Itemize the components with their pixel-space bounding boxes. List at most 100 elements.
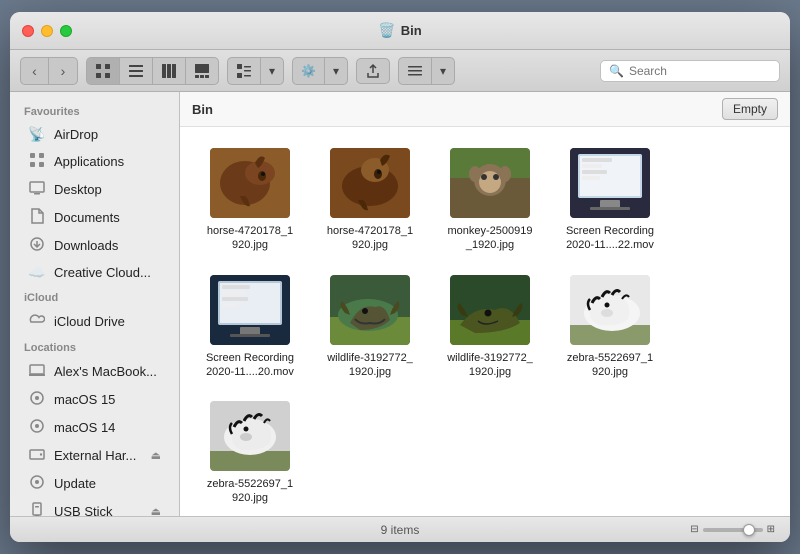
- sidebar-item-creative-cloud[interactable]: ☁️ Creative Cloud...: [14, 260, 175, 285]
- file-thumbnail-horse2: [330, 148, 410, 218]
- bin-title-icon: 🗑️: [378, 22, 395, 39]
- macos15-icon: [28, 390, 46, 409]
- file-name-horse2: horse-4720178_1920.jpg: [327, 224, 413, 253]
- column-view-button[interactable]: [153, 58, 186, 84]
- file-name-screen2: Screen Recording2020-11....20.mov: [206, 351, 294, 380]
- breadcrumb: Bin: [192, 102, 213, 117]
- sidebar-item-macos-14[interactable]: macOS 14: [14, 414, 175, 441]
- back-forward-group: ‹ ›: [20, 57, 78, 85]
- file-item-wildlife2[interactable]: wildlife-3192772_1920.jpg: [435, 269, 545, 386]
- sidebar-item-label: Downloads: [54, 238, 118, 253]
- sidebar-item-label: USB Stick: [54, 504, 113, 516]
- airdrop-icon: 📡: [28, 126, 46, 143]
- share-button[interactable]: [356, 58, 390, 84]
- action-dropdown-button[interactable]: ▾: [325, 58, 347, 84]
- search-icon: 🔍: [609, 64, 624, 78]
- back-button[interactable]: ‹: [21, 58, 49, 84]
- alexs-macbook-icon: [28, 362, 46, 381]
- sidebar-item-label: Update: [54, 476, 96, 491]
- desktop-icon: [28, 180, 46, 199]
- search-input[interactable]: [629, 64, 771, 78]
- sidebar-item-downloads[interactable]: Downloads: [14, 232, 175, 259]
- file-item-screen2[interactable]: Screen Recording2020-11....20.mov: [195, 269, 305, 386]
- file-name-zebra2: zebra-5522697_1920.jpg: [207, 477, 293, 506]
- sidebar-item-update[interactable]: Update: [14, 470, 175, 497]
- sidebar-item-label: AirDrop: [54, 127, 98, 142]
- documents-icon: [28, 208, 46, 227]
- external-har-icon: [28, 446, 46, 465]
- sidebar-item-documents[interactable]: Documents: [14, 204, 175, 231]
- thumb-inner: [330, 148, 410, 218]
- sidebar-item-applications[interactable]: Applications: [14, 148, 175, 175]
- file-item-wildlife1[interactable]: wildlife-3192772_1920.jpg: [315, 269, 425, 386]
- slider-track[interactable]: [703, 528, 763, 532]
- sidebar-item-usb-stick[interactable]: USB Stick ⏏: [14, 498, 175, 516]
- file-item-monkey[interactable]: monkey-2500919_1920.jpg: [435, 142, 545, 259]
- file-thumbnail-wildlife2: [450, 275, 530, 345]
- file-name-horse1: horse-4720178_1920.jpg: [207, 224, 293, 253]
- file-item-zebra2[interactable]: zebra-5522697_1920.jpg: [195, 395, 305, 512]
- maximize-button[interactable]: [60, 25, 72, 37]
- empty-button[interactable]: Empty: [722, 98, 778, 120]
- content-area: Bin Empty: [180, 92, 790, 516]
- minimize-button[interactable]: [41, 25, 53, 37]
- locations-label: Locations: [10, 336, 179, 357]
- icloud-drive-icon: [28, 312, 46, 331]
- sidebar-item-label: Alex's MacBook...: [54, 364, 157, 379]
- sidebar-item-airdrop[interactable]: 📡 AirDrop: [14, 122, 175, 147]
- file-thumbnail-wildlife1: [330, 275, 410, 345]
- group-dropdown-button[interactable]: ▾: [261, 58, 283, 84]
- action-group: ⚙️ ▾: [292, 57, 348, 85]
- status-items-count: 9 items: [381, 523, 420, 537]
- sidebar-item-label: Documents: [54, 210, 120, 225]
- file-thumbnail-screen2: [210, 275, 290, 345]
- file-item-horse2[interactable]: horse-4720178_1920.jpg: [315, 142, 425, 259]
- arrange-button[interactable]: [399, 58, 432, 84]
- sidebar-item-label: iCloud Drive: [54, 314, 125, 329]
- sidebar-item-external-har[interactable]: External Har... ⏏: [14, 442, 175, 469]
- sidebar-item-label: Creative Cloud...: [54, 265, 151, 280]
- content-header: Bin Empty: [180, 92, 790, 127]
- file-thumbnail-zebra1: [570, 275, 650, 345]
- finder-window: 🗑️ Bin ‹ › ▾: [10, 12, 790, 542]
- macos14-icon: [28, 418, 46, 437]
- toolbar: ‹ › ▾ ⚙️ ▾: [10, 50, 790, 92]
- close-button[interactable]: [22, 25, 34, 37]
- arrange-dropdown-button[interactable]: ▾: [432, 58, 454, 84]
- titlebar: 🗑️ Bin: [10, 12, 790, 50]
- icon-view-button[interactable]: [87, 58, 120, 84]
- action-button[interactable]: ⚙️: [293, 58, 325, 84]
- main-area: Favourites 📡 AirDrop Applications: [10, 92, 790, 516]
- sidebar-item-icloud-drive[interactable]: iCloud Drive: [14, 308, 175, 335]
- sidebar-item-label: Applications: [54, 154, 124, 169]
- sidebar-item-desktop[interactable]: Desktop: [14, 176, 175, 203]
- file-thumbnail-monkey: [450, 148, 530, 218]
- file-name-wildlife1: wildlife-3192772_1920.jpg: [327, 351, 413, 380]
- sidebar-item-alexs-macbook[interactable]: Alex's MacBook...: [14, 358, 175, 385]
- forward-button[interactable]: ›: [49, 58, 77, 84]
- file-item-zebra1[interactable]: zebra-5522697_1920.jpg: [555, 269, 665, 386]
- view-mode-group: [86, 57, 219, 85]
- arrange-group: ▾: [398, 57, 455, 85]
- list-view-button[interactable]: [120, 58, 153, 84]
- slider-thumb: [743, 524, 755, 536]
- file-item-screen1[interactable]: Screen Recording2020-11....22.mov: [555, 142, 665, 259]
- traffic-lights: [22, 25, 72, 37]
- usb-stick-icon: [28, 502, 46, 516]
- gallery-view-button[interactable]: [186, 58, 218, 84]
- file-item-horse1[interactable]: horse-4720178_1920.jpg: [195, 142, 305, 259]
- eject-icon[interactable]: ⏏: [151, 449, 161, 462]
- creative-cloud-icon: ☁️: [28, 264, 46, 281]
- file-thumbnail-screen1: [570, 148, 650, 218]
- sidebar-item-label: macOS 14: [54, 420, 115, 435]
- icloud-label: iCloud: [10, 286, 179, 307]
- zoom-in-icon: ⊞: [767, 524, 775, 535]
- group-sort-group: ▾: [227, 57, 284, 85]
- zoom-slider[interactable]: ⊟ ⊞: [690, 524, 775, 535]
- downloads-icon: [28, 236, 46, 255]
- group-button[interactable]: [228, 58, 261, 84]
- file-name-zebra1: zebra-5522697_1920.jpg: [567, 351, 653, 380]
- file-thumbnail-zebra2: [210, 401, 290, 471]
- sidebar-item-macos-15[interactable]: macOS 15: [14, 386, 175, 413]
- usb-eject-icon[interactable]: ⏏: [151, 505, 161, 516]
